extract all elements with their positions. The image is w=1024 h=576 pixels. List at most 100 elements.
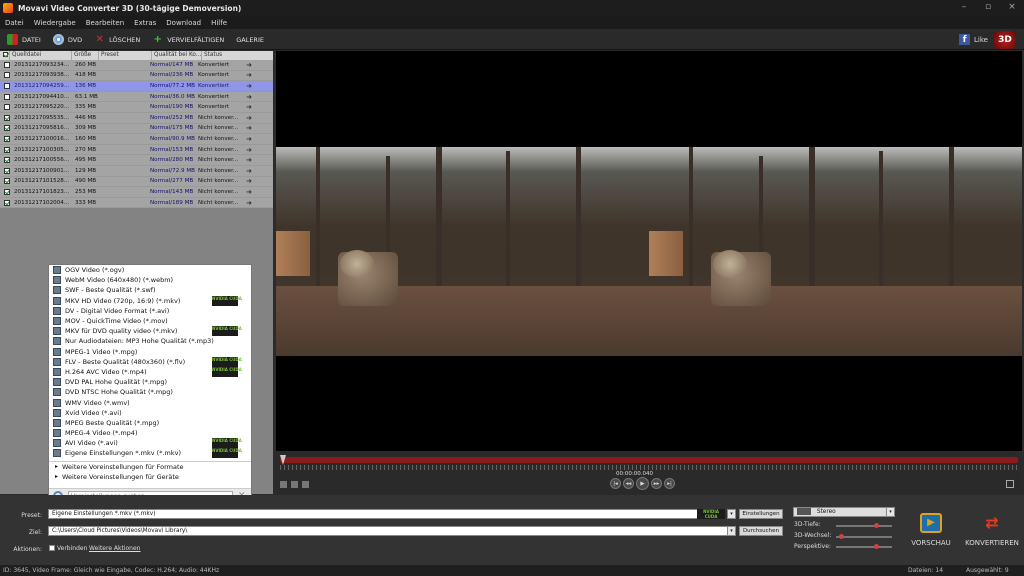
format-option[interactable]: DVD PAL Hohe Qualität (*.mpg) [49,377,251,387]
table-row[interactable]: 20131217101528... 490 MB Normal/277 MB Nich… [0,176,273,188]
table-row[interactable]: 20131217095535... 446 MB Normal/252 MB Nich… [0,112,273,124]
row-checkbox[interactable] [4,61,10,68]
row-checkbox[interactable] [4,104,10,111]
row-arrow-icon[interactable]: ➜ [238,124,252,132]
row-quality[interactable]: Normal/72.9 MB [150,168,198,174]
format-option[interactable]: Eigene Einstellungen *.mkv (*.mkv) NVIDIA… [49,448,251,459]
row-checkbox[interactable] [4,188,10,195]
row-arrow-icon[interactable]: ➜ [238,103,252,111]
format-option[interactable]: DV - Digital Video Format (*.avi) [49,306,251,316]
settings-button[interactable]: Einstellungen [739,509,783,519]
format-option[interactable]: FLV - Beste Qualität (480x360) (*.flv) NV… [49,356,251,367]
row-arrow-icon[interactable]: ➜ [238,61,252,69]
depth-slider-knob[interactable] [874,523,880,528]
shift-slider-knob[interactable] [838,534,844,539]
row-checkbox[interactable] [4,157,10,164]
merge-checkbox[interactable] [49,545,55,551]
format-option[interactable]: WMV Video (*.wmv) [49,397,251,407]
more-format-presets[interactable]: Weitere Voreinstellungen für Formate [49,462,251,472]
row-arrow-icon[interactable]: ➜ [238,135,252,143]
col-source[interactable]: Quelldatei [10,51,72,60]
select-all-checkbox[interactable] [0,51,10,60]
table-row[interactable]: 20131217094259... 136 MB Normal/77.2 MB Kon… [0,81,273,92]
format-option[interactable]: MPEG-4 Video (*.mp4) [49,428,251,438]
format-option[interactable]: SWF - Beste Qualität (*.swf) [49,285,251,295]
row-arrow-icon[interactable]: ➜ [238,156,252,164]
close-button[interactable]: × [1000,0,1024,16]
depth-slider[interactable] [836,523,892,528]
rewind-button[interactable]: ◂◂ [623,478,634,489]
format-option[interactable]: H.264 AVC Video (*.mp4) NVIDIA CUDA [49,366,251,377]
format-option[interactable]: Xvid Video (*.avi) [49,408,251,418]
row-arrow-icon[interactable]: ➜ [238,82,252,90]
minimize-button[interactable]: – [952,0,976,16]
format-option[interactable]: WebM Video (640x480) (*.webm) [49,275,251,285]
row-checkbox[interactable] [4,178,10,185]
pause-icon[interactable] [291,481,298,488]
table-row[interactable]: 20131217102004... 333 MB Normal/189 MB Nich… [0,197,273,209]
format-option[interactable]: AVI Video (*.avi) NVIDIA CUDA [49,438,251,449]
row-quality[interactable]: Normal/236 MB [150,72,198,78]
menu-hilfe[interactable]: Hilfe [206,19,232,27]
table-row[interactable]: 20131217094410... 63.1 MB Normal/36.0 MB Ko… [0,91,273,103]
row-arrow-icon[interactable]: ➜ [238,177,252,185]
row-arrow-icon[interactable]: ➜ [238,146,252,154]
menu-datei[interactable]: Datei [0,19,29,27]
target-dropdown-arrow[interactable]: ▾ [727,526,736,536]
row-checkbox[interactable] [4,199,10,206]
preset-field[interactable]: Eigene Einstellungen *.mkv (*.mkv) [48,509,698,519]
table-row[interactable]: 20131217101823... 253 MB Normal/143 MB Nich… [0,187,273,198]
format-option[interactable]: DVD NTSC Hohe Qualität (*.mpg) [49,387,251,397]
gallery-button[interactable]: GALERIE [231,31,269,48]
table-row[interactable]: 20131217100556... 495 MB Normal/280 MB Nich… [0,155,273,166]
row-arrow-icon[interactable]: ➜ [238,114,252,122]
row-arrow-icon[interactable]: ➜ [238,188,252,196]
format-option[interactable]: MOV - QuickTime Video (*.mov) [49,316,251,326]
row-quality[interactable]: Normal/189 MB [150,200,198,206]
table-row[interactable]: 20131217100901... 129 MB Normal/72.9 MB Nic… [0,165,273,177]
row-checkbox[interactable] [4,114,10,121]
facebook-like-button[interactable]: f Like [959,34,988,45]
format-option[interactable]: Nur Audiodateien: MP3 Hohe Qualität (*.m… [49,336,251,346]
volume-icon[interactable] [302,481,309,488]
maximize-button[interactable]: ▫ [976,0,1000,16]
duplicate-button[interactable]: + VERVIELFÄLTIGEN [147,31,229,48]
add-dvd-button[interactable]: DVD [48,31,87,48]
perspective-slider[interactable] [836,544,892,549]
add-file-button[interactable]: DATEI [2,31,46,48]
format-option[interactable]: MKV HD Video (720p, 16:9) (*.mkv) NVIDIA … [49,295,251,306]
row-arrow-icon[interactable]: ➜ [238,199,252,207]
format-option[interactable]: MPEG-1 Video (*.mpg) [49,347,251,357]
row-checkbox[interactable] [4,72,10,79]
row-checkbox[interactable] [4,82,10,89]
col-quality[interactable]: Qualität bei Ko... [152,51,202,60]
row-checkbox[interactable] [4,135,10,142]
perspective-slider-knob[interactable] [874,544,880,549]
menu-extras[interactable]: Extras [129,19,161,27]
row-quality[interactable]: Normal/77.2 MB [150,83,198,89]
more-device-presets[interactable]: Weitere Voreinstellungen für Geräte [49,472,251,482]
menu-download[interactable]: Download [161,19,206,27]
row-quality[interactable]: Normal/175 MB [150,125,198,131]
row-checkbox[interactable] [4,146,10,153]
shift-slider[interactable] [836,534,892,539]
table-row[interactable]: 20131217093234... 260 MB Normal/147 MB Konv… [0,60,273,71]
browse-button[interactable]: Durchsuchen [739,526,783,536]
preview-button[interactable]: ▶ VORSCHAU [904,510,958,560]
table-row[interactable]: 20131217100305... 270 MB Normal/153 MB Nich… [0,144,273,156]
row-arrow-icon[interactable]: ➜ [238,71,252,79]
row-arrow-icon[interactable]: ➜ [238,167,252,175]
stereo-mode-select[interactable]: Stereo [793,507,889,517]
target-path-field[interactable]: C:\Users\Cloud Pictures\Videos\Movavi Li… [48,526,728,536]
convert-button[interactable]: ⇄ KONVERTIEREN [964,510,1020,560]
col-size[interactable]: Größe [72,51,99,60]
row-quality[interactable]: Normal/147 MB [150,62,198,68]
row-quality[interactable]: Normal/280 MB [150,157,198,163]
row-quality[interactable]: Normal/252 MB [150,115,198,121]
row-quality[interactable]: Normal/277 MB [150,178,198,184]
menu-bearbeiten[interactable]: Bearbeiten [81,19,129,27]
row-checkbox[interactable] [4,93,10,100]
row-quality[interactable]: Normal/36.0 MB [150,94,198,100]
row-quality[interactable]: Normal/190 MB [150,104,198,110]
row-arrow-icon[interactable]: ➜ [238,93,252,101]
